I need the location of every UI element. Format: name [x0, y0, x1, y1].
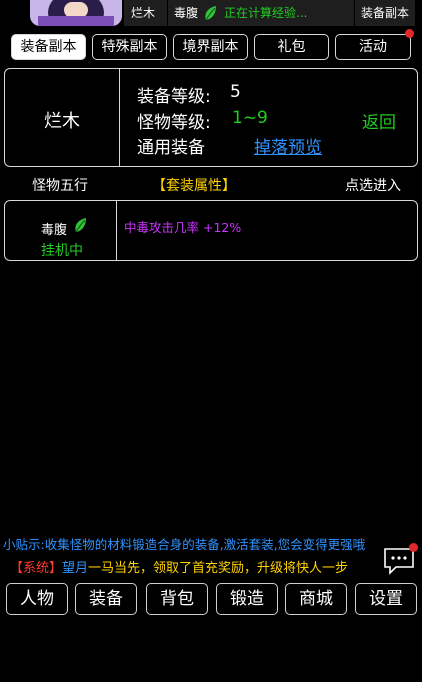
leaf-icon [205, 6, 216, 21]
activity-notification-dot [405, 29, 414, 38]
tab-special-dungeon[interactable]: 特殊副本 [92, 34, 167, 60]
col-header-five-elements: 怪物五行 [32, 178, 88, 194]
monster-name: 毒腹 [41, 223, 68, 238]
col-header-click-enter: 点选进入 [345, 178, 401, 194]
general-equipment-label: 通用装备 [137, 138, 205, 158]
tab-gift-pack[interactable]: 礼包 [254, 34, 329, 60]
tab-equipment-dungeon[interactable]: 装备副本 [11, 34, 86, 60]
player-avatar[interactable] [30, 0, 122, 26]
nav-character-button[interactable]: 人物 [6, 583, 68, 615]
set-attribute-text: 中毒攻击几率 +12% [124, 220, 242, 235]
panel-divider [119, 69, 120, 166]
nav-shop-button[interactable]: 商城 [285, 583, 347, 615]
location-name: 烂木 [44, 111, 80, 132]
monster-level-value: 1~9 [232, 108, 268, 128]
equip-level-value: 5 [230, 82, 241, 102]
drop-preview-link[interactable]: 掉落预览 [254, 133, 322, 158]
system-message-text: 一马当先，领取了首充奖励，升级将快人一步 [88, 561, 349, 576]
leaf-icon [75, 218, 86, 233]
nav-equipment-button[interactable]: 装备 [75, 583, 137, 615]
tab-realm-dungeon[interactable]: 境界副本 [173, 34, 248, 60]
equip-level-label: 装备等级: [137, 87, 211, 107]
system-message: 【系统】望月一马当先，领取了首充奖励，升级将快人一步 [10, 557, 348, 576]
back-button[interactable]: 返回 [362, 108, 396, 133]
tab-activity[interactable]: 活动 [335, 34, 411, 60]
col-header-set-attributes: 【套装属性】 [152, 178, 236, 194]
monster-level-label: 怪物等级: [137, 113, 211, 133]
nav-forge-button[interactable]: 锻造 [216, 583, 278, 615]
top-status-text: 正在计算经验... [224, 6, 308, 20]
monster-state: 挂机中 [41, 243, 83, 259]
system-tag: 【系统】 [10, 561, 63, 576]
nav-settings-button[interactable]: 设置 [355, 583, 417, 615]
nav-backpack-button[interactable]: 背包 [146, 583, 208, 615]
top-mode-label: 装备副本 [361, 6, 410, 20]
system-player-name[interactable]: 望月 [62, 561, 88, 576]
chat-notification-dot [409, 543, 418, 552]
tip-text: 小贴示:收集怪物的材料锻造合身的装备,激活套装,您会变得更强哦 [3, 537, 366, 552]
top-monster-name: 毒腹 [174, 6, 199, 20]
top-location-name: 烂木 [131, 6, 156, 20]
list-divider [116, 201, 117, 260]
